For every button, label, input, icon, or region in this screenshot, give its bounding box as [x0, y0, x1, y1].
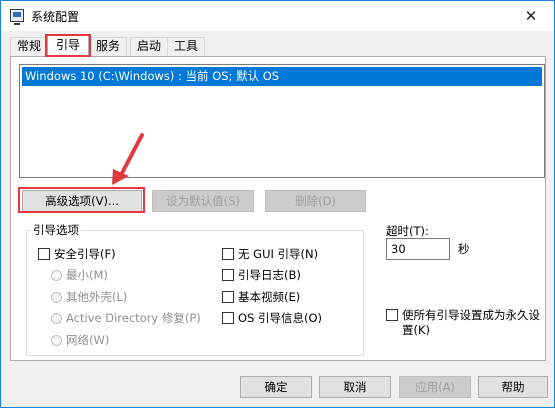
tab-label: 服务 [96, 39, 121, 53]
radio-dot [51, 292, 62, 303]
radio-label: 其他外壳(L) [66, 290, 128, 304]
checkbox-label: OS 引导信息(O) [238, 311, 323, 325]
boot-options-legend: 引导选项 [31, 222, 81, 238]
boot-log-checkbox[interactable]: 引导日志(B) [222, 269, 301, 282]
os-boot-info-checkbox[interactable]: OS 引导信息(O) [222, 312, 322, 325]
title-bar: 系统配置 ✕ [1, 1, 554, 31]
checkbox-label: 引导日志(B) [238, 268, 301, 282]
network-radio[interactable]: 网络(W) [51, 334, 109, 347]
alternate-shell-radio[interactable]: 其他外壳(L) [51, 291, 127, 304]
tab-startup[interactable]: 启动 [130, 37, 169, 56]
tab-general[interactable]: 常规 [10, 37, 49, 56]
checkbox-box [386, 309, 398, 321]
close-icon[interactable]: ✕ [508, 1, 554, 31]
tab-highlight-box [45, 34, 91, 57]
help-button[interactable]: 帮助 [478, 376, 548, 398]
tab-services[interactable]: 服务 [89, 37, 128, 56]
tab-label: 工具 [174, 39, 199, 53]
checkbox-box [222, 248, 234, 260]
timeout-unit: 秒 [458, 242, 470, 256]
radio-dot [51, 313, 62, 324]
tab-tools[interactable]: 工具 [167, 37, 206, 56]
msconfig-icon [10, 9, 24, 25]
checkbox-box [222, 269, 234, 281]
set-default-button[interactable]: 设为默认值(S) [152, 190, 254, 212]
active-directory-radio[interactable]: Active Directory 修复(P) [51, 312, 201, 325]
os-list[interactable]: Windows 10 (C:\Windows) : 当前 OS; 默认 OS [19, 64, 545, 178]
make-permanent-checkbox[interactable]: 使所有引导设置成为永久设置(K) [386, 308, 551, 338]
tab-label: 常规 [17, 39, 42, 53]
window-title: 系统配置 [31, 10, 80, 24]
timeout-label: 超时(T): [386, 224, 429, 238]
no-gui-boot-checkbox[interactable]: 无 GUI 引导(N) [222, 248, 318, 261]
ok-button[interactable]: 确定 [240, 376, 312, 398]
radio-label: 最小(M) [66, 268, 108, 282]
delete-button[interactable]: 删除(D) [265, 190, 366, 212]
checkbox-box [38, 248, 50, 260]
checkbox-box [222, 312, 234, 324]
safe-boot-checkbox[interactable]: 安全引导(F) [38, 248, 116, 261]
radio-label: 网络(W) [66, 333, 110, 347]
tab-label: 启动 [137, 39, 162, 53]
checkbox-label: 安全引导(F) [54, 247, 116, 261]
timeout-input[interactable]: 30 [386, 238, 450, 260]
os-list-item[interactable]: Windows 10 (C:\Windows) : 当前 OS; 默认 OS [22, 67, 542, 86]
cancel-button[interactable]: 取消 [319, 376, 391, 398]
minimal-radio[interactable]: 最小(M) [51, 269, 108, 282]
red-arrow-icon [112, 133, 144, 185]
checkbox-box [222, 291, 234, 303]
checkbox-label: 基本视频(E) [238, 290, 301, 304]
radio-dot [51, 270, 62, 281]
radio-label: Active Directory 修复(P) [66, 311, 201, 325]
checkbox-label: 无 GUI 引导(N) [238, 247, 319, 261]
base-video-checkbox[interactable]: 基本视频(E) [222, 291, 300, 304]
system-config-window: 系统配置 ✕ 常规 引导 服务 启动 工具 Windows 10 (C:\Win… [0, 0, 555, 408]
advanced-button-highlight-box [18, 187, 145, 213]
checkbox-label: 使所有引导设置成为永久设置(K) [402, 308, 540, 337]
radio-dot [51, 335, 62, 346]
apply-button[interactable]: 应用(A) [399, 376, 471, 398]
